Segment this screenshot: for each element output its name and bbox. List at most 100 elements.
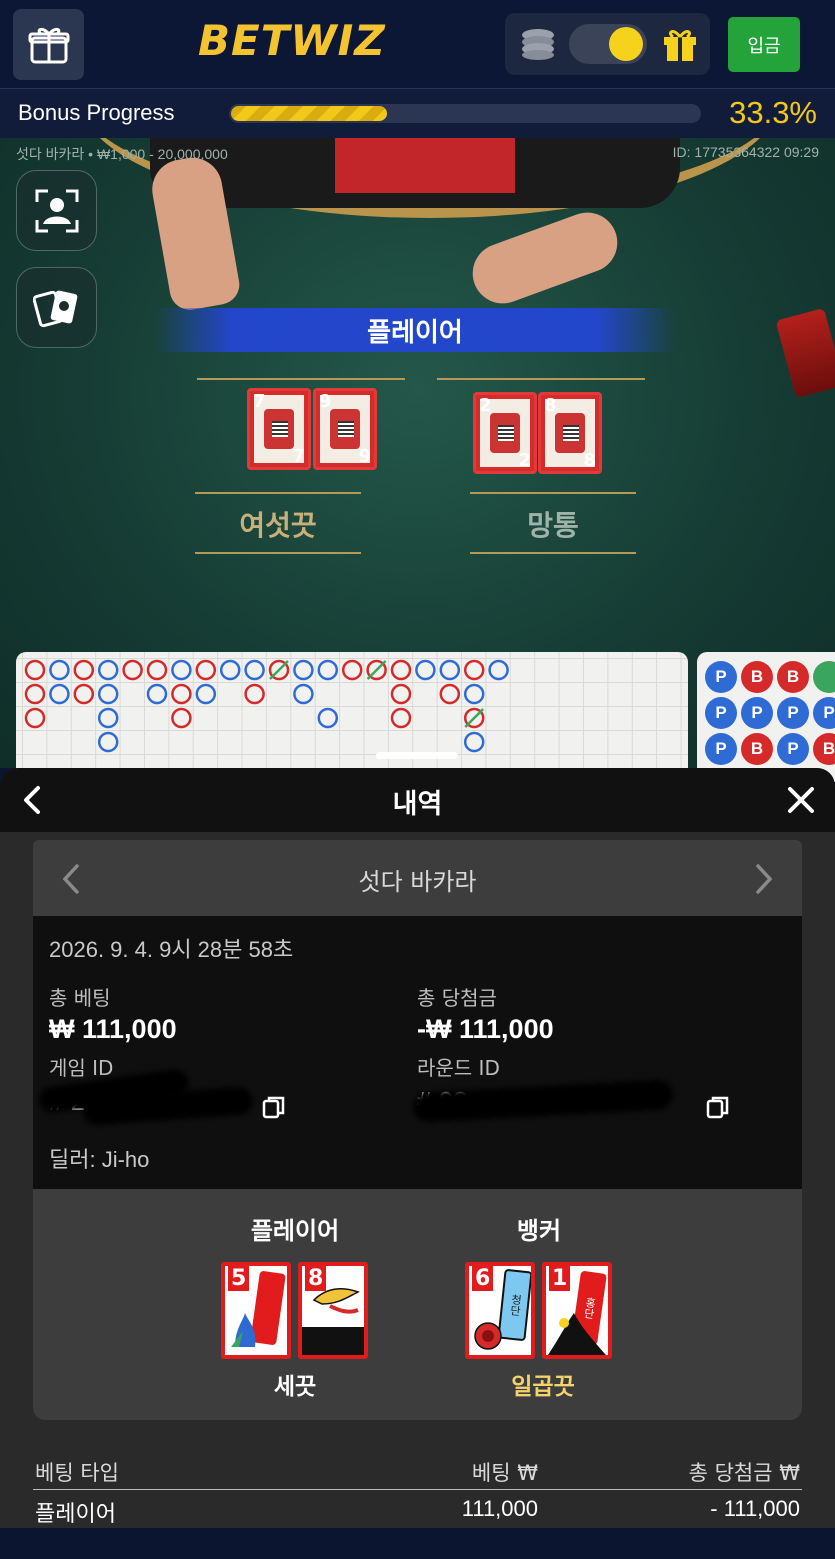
total-bet-value: ₩ 111,000 — [49, 1014, 177, 1044]
row-total-win: - 111,000 — [710, 1496, 800, 1521]
cards-icon — [32, 290, 77, 327]
big-road-mark-P — [97, 683, 119, 705]
col-total-win: 총 당첨금 ₩ — [688, 1461, 800, 1485]
game-limits: 섯다 바카라 • ₩1,000 - 20,000,000 — [16, 146, 228, 162]
table-player-hand: 여섯끗 — [239, 509, 317, 542]
big-road-mark-B — [24, 707, 46, 729]
banker-hand-line-bottom — [470, 552, 636, 554]
table-banker-card-1: 22 — [473, 392, 537, 474]
big-road-mark-B — [122, 659, 143, 681]
row-bet-type: 플레이어 — [35, 1501, 116, 1526]
bonus-fill — [231, 106, 387, 121]
dealer-hand-right — [464, 204, 626, 312]
bead-P: P — [777, 733, 809, 765]
bead-P: P — [777, 697, 809, 729]
col-bet-type: 베팅 타입 — [35, 1461, 119, 1485]
winner-banner: 플레이어 — [155, 308, 675, 352]
banker-hand-line-top — [470, 492, 636, 494]
crane-pine-icon — [548, 1313, 606, 1355]
bonus-progress-bar: Bonus Progress 33.3% — [0, 88, 835, 138]
total-win-label: 총 당첨금 — [417, 986, 497, 1010]
bead-B: B — [741, 661, 773, 693]
bead-B: B — [813, 733, 835, 765]
table-banker-card-2: 88 — [538, 392, 602, 474]
round-result: 플레이어 뱅커 5 8 6 청단 1 홍단 세끗 일곱끗 — [33, 1189, 802, 1420]
bead-road-map[interactable]: PBBPPPPPBPB — [697, 652, 835, 782]
big-road-mark-P — [49, 683, 70, 705]
face-scan-icon — [35, 189, 78, 232]
promotions-button[interactable] — [13, 9, 84, 80]
big-road-mark-B — [24, 683, 46, 705]
big-road-mark-B — [24, 659, 46, 681]
chevron-right-icon[interactable] — [752, 862, 776, 896]
currency-toggle[interactable] — [569, 24, 647, 64]
coins-icon[interactable] — [519, 27, 557, 61]
round-date: 2026. 9. 4. 9시 28분 58초 — [49, 937, 294, 962]
footer-strip — [0, 1528, 835, 1559]
history-sheet: 내역 섯다 바카라 2026. 9. 4. 9시 28분 58초 총 베팅 ₩ … — [0, 768, 835, 1559]
table-banker-hand: 망통 — [527, 509, 579, 542]
big-road-mark-P — [463, 731, 485, 753]
bonus-percent: 33.3% — [729, 95, 817, 130]
big-road-mark-B — [171, 707, 192, 729]
big-road-mark-P — [97, 707, 119, 729]
result-player-hand: 세끗 — [273, 1374, 317, 1400]
sheet-title: 내역 — [392, 789, 443, 820]
big-road-mark-P — [49, 659, 70, 681]
camera-view-button[interactable] — [16, 170, 97, 251]
bead-P: P — [705, 733, 737, 765]
banker-area-line — [437, 378, 645, 380]
big-road-mark-B — [390, 683, 412, 705]
bonus-track — [229, 104, 701, 123]
round-id-label: 라운드 ID — [417, 1056, 500, 1080]
bead-P: P — [705, 661, 737, 693]
big-road-mark-P — [244, 659, 265, 681]
copy-icon[interactable] — [705, 1094, 731, 1120]
total-bet-label: 총 베팅 — [49, 986, 111, 1010]
brand-logo[interactable]: BETWIZ — [198, 16, 386, 65]
big-road-mark-P — [317, 659, 339, 681]
cards-view-button[interactable] — [16, 267, 97, 348]
big-road-mark-B — [146, 659, 168, 681]
round-detail: 2026. 9. 4. 9시 28분 58초 총 베팅 ₩ 111,000 총 … — [33, 916, 802, 1189]
bead-P: P — [705, 697, 737, 729]
big-road-mark-P — [317, 707, 339, 729]
deposit-button[interactable]: 입금 — [728, 17, 800, 72]
dealer-shirt — [335, 138, 515, 193]
toggle-knob — [609, 27, 643, 61]
result-banker-card-2: 1 홍단 — [542, 1262, 612, 1359]
result-player-label: 플레이어 — [250, 1217, 340, 1245]
app-root: BETWIZ 입금 Bonus Progress 33.3% 섯다 바카라 • … — [0, 0, 835, 1559]
big-road-mark-B — [195, 659, 217, 681]
result-banker-hand: 일곱끗 — [511, 1374, 575, 1400]
big-road-mark-P — [171, 659, 192, 681]
big-road-mark-P — [97, 731, 119, 753]
result-player-card-2: 8 — [298, 1262, 368, 1359]
big-road-mark-B — [439, 683, 461, 705]
big-road-mark-B — [463, 659, 485, 681]
col-bet-amount: 베팅 ₩ — [471, 1461, 538, 1485]
big-road-mark-B — [244, 683, 265, 705]
big-road-mark-P — [146, 683, 168, 705]
big-road-mark-P — [463, 683, 485, 705]
result-player-card-1: 5 — [221, 1262, 291, 1359]
big-road-marks — [24, 659, 509, 753]
big-road-mark-B — [171, 683, 192, 705]
game-name: 섯다 바카라 — [358, 868, 477, 896]
game-id-label: 게임 ID — [49, 1056, 114, 1080]
copy-icon[interactable] — [261, 1094, 287, 1120]
big-road-mark-B — [341, 659, 363, 681]
sheet-header: 내역 — [0, 768, 835, 832]
wallet-controls — [505, 13, 710, 75]
gift-icon[interactable] — [661, 25, 699, 63]
big-road-map[interactable] — [16, 652, 688, 782]
big-road-mark-B — [390, 707, 412, 729]
big-road-mark-P — [439, 659, 461, 681]
bonus-label: Bonus Progress — [18, 100, 175, 125]
close-icon[interactable] — [785, 784, 817, 816]
big-road-mark-P — [219, 659, 241, 681]
big-road-mark-B — [73, 683, 95, 705]
sheet-drag-handle[interactable] — [376, 752, 458, 759]
bead-B: B — [741, 733, 773, 765]
chip-stack — [775, 307, 835, 399]
